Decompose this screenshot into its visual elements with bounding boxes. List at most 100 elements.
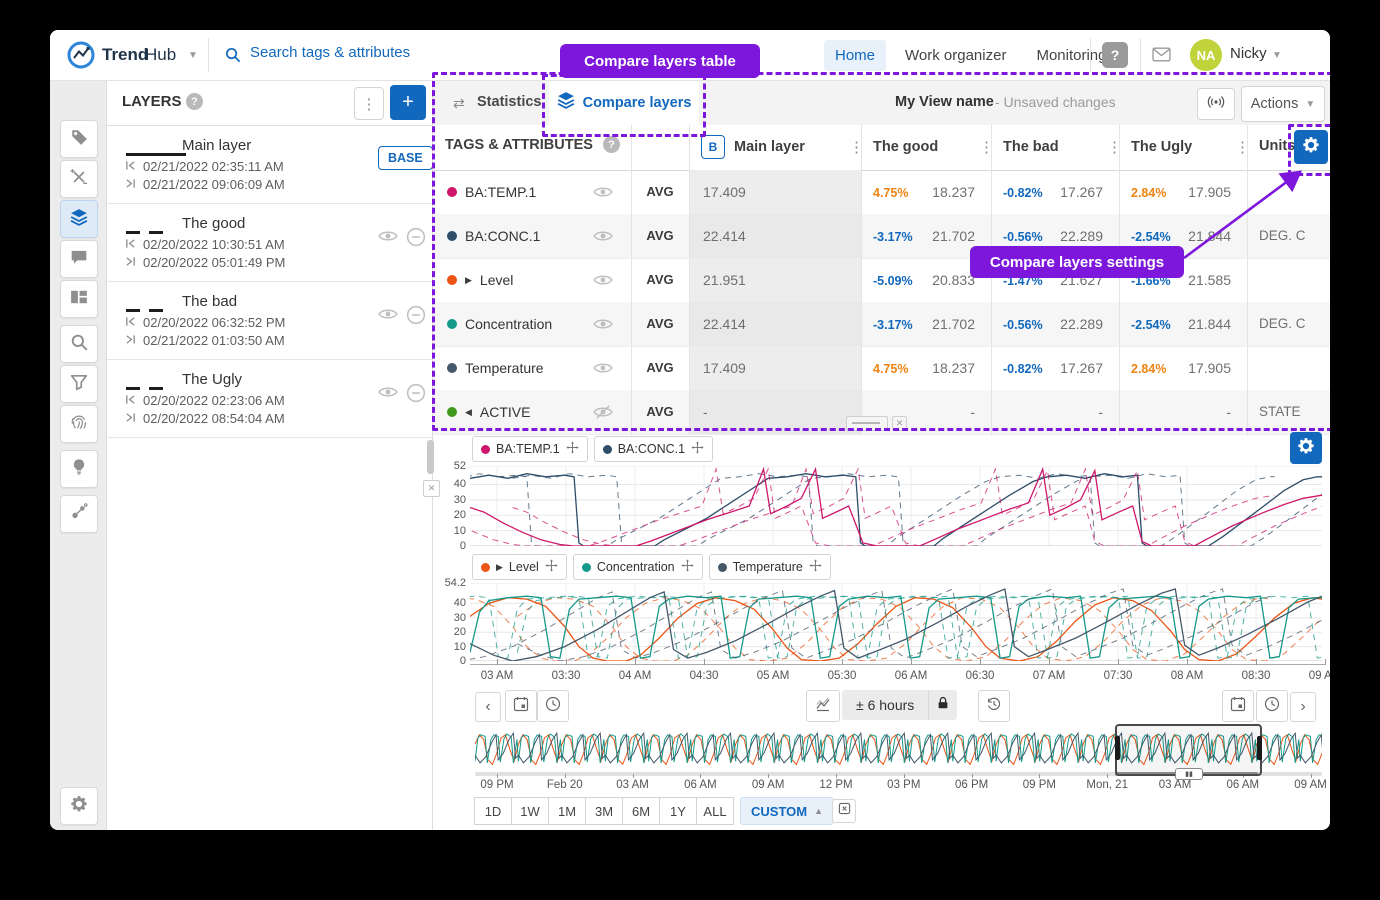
end-calendar-button[interactable] [1222,690,1254,722]
tag-visibility-button[interactable] [593,273,613,292]
move-icon[interactable] [545,559,558,575]
user-avatar[interactable]: NA [1190,39,1222,71]
move-icon[interactable] [681,559,694,575]
table-row-temperature[interactable]: TemperatureAVG17.4094.75%18.237-0.82%17.… [433,346,1330,391]
nav-tab-home[interactable]: Home [824,40,886,71]
column-header-main-layer[interactable]: BMain layer⋮ [701,134,805,160]
sidebar-item-filter[interactable] [60,365,98,403]
column-header-the-ugly[interactable]: The Ugly⋮ [1131,134,1192,160]
sidebar-item-fingerprint[interactable] [60,405,98,443]
mail-icon[interactable] [1152,47,1171,67]
range-button-1m[interactable]: 1M [548,797,586,825]
layers-help-icon[interactable]: ? [186,93,203,110]
close-icon[interactable]: ✕ [423,480,440,497]
logo-caret-icon[interactable]: ▼ [188,50,198,61]
layer-card-the-ugly[interactable]: The Ugly02/20/2022 02:23:06 AM02/20/2022… [106,359,432,438]
end-clock-button[interactable] [1256,690,1288,722]
legend-chip-temperature[interactable]: Temperature [709,554,831,580]
tag-visibility-button[interactable] [593,185,613,204]
sidebar-item-comments[interactable] [60,240,98,278]
legend-chip-ba-conc-1[interactable]: BA:CONC.1 [594,436,713,462]
aggregation-cell[interactable]: AVG [631,316,689,331]
range-button-6m[interactable]: 6M [622,797,660,825]
trend-chart-2[interactable] [470,583,1322,661]
sidebar-item-layers[interactable] [60,200,98,238]
actions-button[interactable]: Actions▼ [1241,86,1325,122]
user-name[interactable]: Nicky [1230,45,1267,62]
tags-help-icon[interactable]: ? [603,136,620,153]
pan-left-button[interactable]: ‹ [475,692,501,722]
column-header-the-bad[interactable]: The bad⋮ [1003,134,1059,160]
aggregation-cell[interactable]: AVG [631,272,689,287]
user-menu-caret-icon[interactable]: ▼ [1272,50,1282,61]
sidebar-item-context[interactable] [60,495,98,533]
brush-left-handle[interactable] [1115,736,1120,760]
collapse-icon[interactable]: ◀ [465,407,472,418]
reset-time-button[interactable] [978,690,1010,722]
trend-chart-1[interactable] [470,466,1322,546]
move-icon[interactable] [691,441,704,457]
layer-remove-button[interactable] [406,383,426,408]
time-range-control[interactable]: ± 6 hours [842,690,957,720]
sidebar-item-ideas[interactable] [60,450,98,488]
expand-icon[interactable]: ▶ [496,562,503,573]
layer-remove-button[interactable] [406,227,426,252]
panel-v-scrollbar[interactable] [427,440,434,474]
column-header-the-good[interactable]: The good⋮ [873,134,938,160]
chart-settings-button[interactable] [1290,432,1322,464]
tab-statistics[interactable]: Statistics [477,94,541,110]
move-icon[interactable] [809,559,822,575]
expand-icon[interactable]: ▶ [465,275,472,286]
legend-chip-ba-temp-1[interactable]: BA:TEMP.1 [472,436,588,462]
layer-visibility-button[interactable] [378,307,398,326]
sidebar-item-tag[interactable] [60,120,98,158]
help-button[interactable]: ? [1102,42,1128,68]
table-row-level[interactable]: ▶LevelAVG21.951-5.09%20.833-1.47%21.627-… [433,258,1330,303]
range-button-1w[interactable]: 1W [511,797,549,825]
sidebar-item-dashboards[interactable] [60,280,98,318]
aggregation-cell[interactable]: AVG [631,184,689,199]
start-calendar-button[interactable] [505,690,537,722]
table-settings-button[interactable] [1294,130,1328,164]
range-button-3m[interactable]: 3M [585,797,623,825]
tag-visibility-off-button[interactable] [593,405,613,424]
layer-card-the-bad[interactable]: The bad02/20/2022 06:32:52 PM02/21/2022 … [106,281,432,360]
search-input[interactable] [248,43,532,62]
nav-tab-work-organizer[interactable]: Work organizer [894,40,1017,71]
layer-card-the-good[interactable]: The good02/20/2022 10:30:51 AM02/20/2022… [106,203,432,282]
sidebar-item-calculations[interactable] [60,160,98,198]
aggregation-cell[interactable]: AVG [631,228,689,243]
layer-card-main-layer[interactable]: Main layer02/21/2022 02:35:11 AM02/21/20… [106,125,432,204]
minimap-selection-brush[interactable]: ▮▮ [1115,724,1262,776]
aggregation-cell[interactable]: AVG [631,404,689,419]
start-clock-button[interactable] [537,690,569,722]
table-row-concentration[interactable]: ConcentrationAVG22.414-3.17%21.702-0.56%… [433,302,1330,347]
clear-custom-button[interactable] [832,799,856,823]
legend-chip-concentration[interactable]: Concentration [573,554,703,580]
close-icon[interactable]: ✕ [892,416,907,431]
settings-button[interactable] [60,787,98,825]
brush-right-handle[interactable] [1257,736,1262,760]
range-button-1y[interactable]: 1Y [659,797,697,825]
range-button-1d[interactable]: 1D [474,797,512,825]
layers-menu-button[interactable]: ⋮ [354,87,384,120]
custom-range-button[interactable]: CUSTOM▲ [740,797,834,825]
layer-remove-button[interactable] [406,305,426,330]
table-row-ba-conc-1[interactable]: BA:CONC.1AVG22.414-3.17%21.702-0.56%22.2… [433,214,1330,259]
compare-scale-button[interactable] [806,690,840,722]
table-row-ba-temp-1[interactable]: BA:TEMP.1AVG17.4094.75%18.237-0.82%17.26… [433,170,1330,215]
tag-visibility-button[interactable] [593,361,613,380]
lock-icon[interactable] [929,696,957,715]
move-icon[interactable] [566,441,579,457]
tab-compare-layers[interactable]: Compare layers [549,80,699,125]
range-button-all[interactable]: ALL [696,797,734,825]
layer-visibility-button[interactable] [378,229,398,248]
add-layer-button[interactable]: + [390,85,426,120]
legend-chip-level[interactable]: ▶Level [472,554,567,580]
tag-visibility-button[interactable] [593,229,613,248]
live-broadcast-button[interactable] [1197,88,1235,120]
tag-visibility-button[interactable] [593,317,613,336]
layer-visibility-button[interactable] [378,385,398,404]
brush-drag-grip[interactable]: ▮▮ [1175,768,1203,780]
sidebar-item-search[interactable] [60,325,98,363]
